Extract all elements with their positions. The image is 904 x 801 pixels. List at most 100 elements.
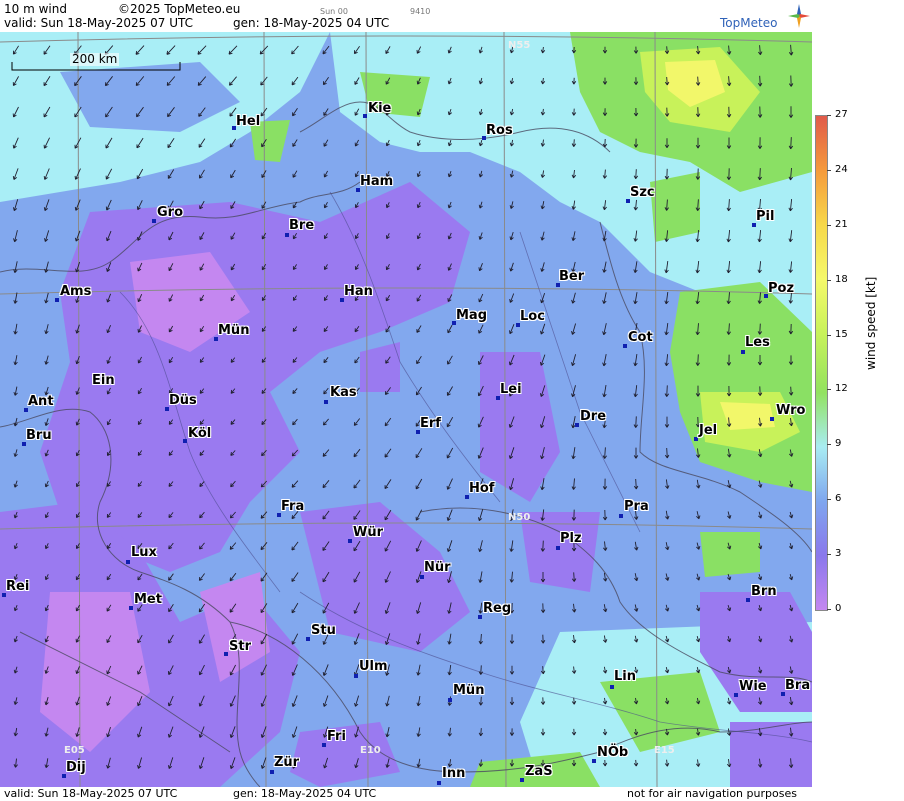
legend-tick-mark	[827, 389, 831, 390]
grid-label-n50: N50	[508, 512, 531, 523]
city-label: Stu	[311, 623, 336, 638]
city-label: Met	[134, 592, 162, 607]
city-label: Lin	[614, 669, 636, 684]
legend-tick-mark	[827, 499, 831, 500]
city-label: Cot	[628, 330, 653, 345]
city-marker	[575, 423, 579, 427]
city-marker	[152, 219, 156, 223]
city-marker	[556, 546, 560, 550]
city-label: Wür	[353, 525, 384, 540]
city-label: Mün	[453, 683, 485, 698]
legend-tick-label: 15	[835, 329, 848, 340]
city-label: Str	[229, 639, 251, 654]
city-label: Jel	[699, 423, 718, 438]
city-label: Brn	[751, 584, 777, 599]
legend-tick-label: 18	[835, 274, 848, 285]
city-label: Köl	[188, 426, 212, 441]
city-marker	[224, 652, 228, 656]
city-label: Pil	[756, 209, 775, 224]
topmeteo-logo[interactable]: TopMeteo	[720, 4, 812, 30]
grid-label-e05: E05	[64, 745, 85, 756]
footer-disclaimer: not for air navigation purposes	[627, 787, 797, 800]
city-marker	[183, 439, 187, 443]
city-marker	[734, 693, 738, 697]
city-label: Dij	[66, 760, 86, 775]
scale-bar-label: 200 km	[70, 52, 120, 66]
legend-tick-mark	[827, 280, 831, 281]
city-marker	[354, 674, 358, 678]
legend-tick-label: 0	[835, 603, 842, 614]
run-code: 9410	[410, 7, 431, 16]
wind-map[interactable]: 200 km N55 N50 E05 E10 E15 Kie Hel Ros H…	[0, 32, 812, 787]
city-label: Wie	[739, 679, 767, 694]
city-marker	[322, 743, 326, 747]
city-marker	[126, 560, 130, 564]
city-marker	[129, 606, 133, 610]
city-label: Mün	[218, 323, 250, 338]
city-marker	[420, 575, 424, 579]
legend-tick-mark	[827, 170, 831, 171]
city-label: Nür	[424, 560, 451, 575]
city-label: Bre	[289, 218, 315, 233]
city-label: Hel	[236, 114, 261, 129]
product-title: 10 m wind	[4, 2, 67, 16]
legend-tick-label: 21	[835, 219, 848, 230]
city-label: Rei	[6, 579, 30, 594]
compass-star-icon	[788, 4, 810, 28]
legend-tick-label: 27	[835, 109, 848, 120]
city-label: Wro	[776, 403, 806, 418]
city-marker	[285, 233, 289, 237]
city-marker	[270, 770, 274, 774]
city-marker	[55, 298, 59, 302]
city-label: Dre	[580, 409, 607, 424]
city-marker	[478, 615, 482, 619]
city-label: Hof	[469, 481, 495, 496]
city-label: Kie	[368, 101, 392, 116]
legend-color-bar	[815, 115, 828, 611]
city-marker	[324, 400, 328, 404]
legend-tick-mark	[827, 335, 831, 336]
footer-valid-time: valid: Sun 18-May-2025 07 UTC	[4, 787, 178, 800]
city-label: Loc	[520, 309, 545, 324]
city-label: Ein	[92, 373, 115, 388]
city-label: Han	[344, 284, 373, 299]
city-marker	[448, 698, 452, 702]
city-label: Pra	[624, 499, 649, 514]
legend-tick-mark	[827, 225, 831, 226]
legend-tick-label: 6	[835, 493, 842, 504]
city-label: Ham	[360, 174, 394, 189]
city-label: NÖb	[597, 745, 629, 760]
city-marker	[437, 781, 441, 785]
wind-speed-legend: 27 24 21 18 15 12 9 6 3 0 wind speed [kt]	[812, 0, 904, 801]
city-marker	[623, 344, 627, 348]
city-label: Poz	[768, 281, 795, 296]
city-marker	[770, 417, 774, 421]
city-marker	[520, 778, 524, 782]
city-label: Ant	[28, 394, 54, 409]
wind-field-svg	[0, 32, 812, 787]
legend-tick-mark	[827, 444, 831, 445]
city-label: Mag	[456, 308, 488, 323]
city-marker	[592, 759, 596, 763]
city-label: ZaS	[525, 764, 553, 779]
header-bar: 10 m wind ©2025 TopMeteo.eu Sun 00 9410 …	[0, 0, 812, 32]
city-label: Ulm	[359, 659, 388, 674]
city-label: Reg	[483, 601, 512, 616]
city-label: Zür	[274, 755, 300, 770]
city-label: Düs	[169, 393, 197, 408]
city-label: Szc	[630, 185, 655, 200]
city-marker	[363, 114, 367, 118]
city-label: Bra	[785, 678, 811, 693]
city-label: Ams	[60, 284, 92, 299]
city-label: Lux	[131, 545, 157, 560]
footer-gen-time: gen: 18-May-2025 04 UTC	[233, 787, 377, 800]
city-label: Bru	[26, 428, 52, 443]
city-label: Kas	[330, 385, 357, 400]
city-label: Gro	[157, 205, 184, 220]
legend-tick-label: 3	[835, 548, 842, 559]
city-marker	[694, 437, 698, 441]
city-label: Lei	[500, 382, 522, 397]
city-marker	[306, 637, 310, 641]
valid-time: valid: Sun 18-May-2025 07 UTC	[4, 16, 193, 30]
legend-tick-label: 9	[835, 438, 842, 449]
